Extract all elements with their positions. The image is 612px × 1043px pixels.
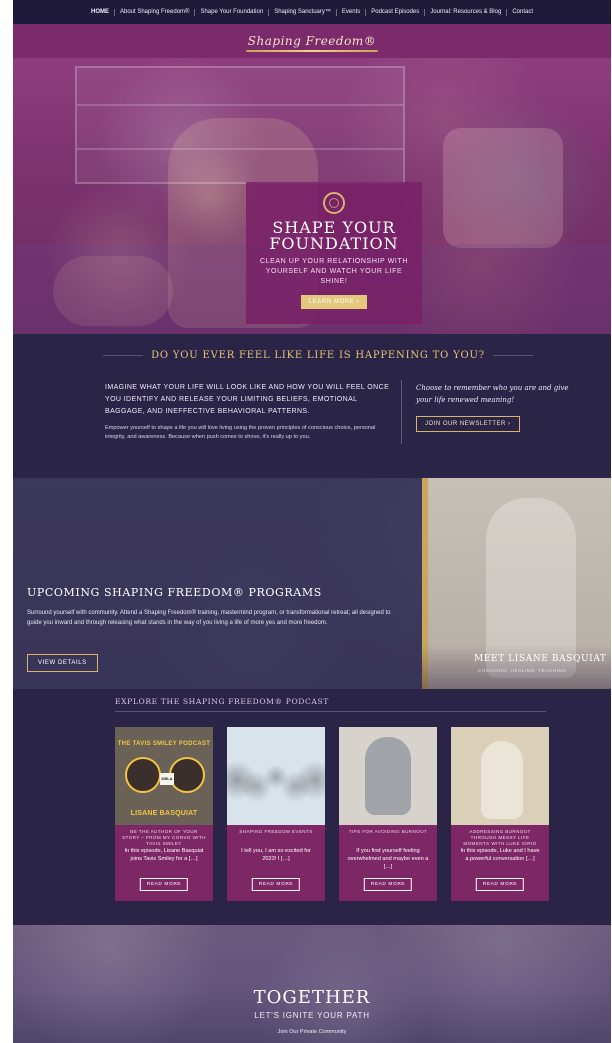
event-crowd-image xyxy=(227,761,325,825)
podcast-thumb-2 xyxy=(227,727,325,825)
together-section: TOGETHER Let's Ignite Your Path Join Our… xyxy=(13,925,611,1043)
podcast-thumb-title: THE TAVIS SMILEY PODCAST xyxy=(117,741,211,747)
podcast-cards: THE TAVIS SMILEY PODCAST KBLA LISANE BAS… xyxy=(115,727,557,901)
top-navigation: HOME About Shaping Freedom® Shape Your F… xyxy=(13,0,611,24)
kbla-logo: KBLA xyxy=(160,773,174,785)
hero-card: Shape Your Foundation Clean up your rela… xyxy=(246,182,422,324)
podcast-card-category: Addressing burnout through messy life mo… xyxy=(463,829,537,846)
nav-journal[interactable]: Journal: Resources & Blog xyxy=(425,8,508,16)
podcast-card-4[interactable]: Addressing burnout through messy life mo… xyxy=(451,727,549,901)
read-more-button[interactable]: READ MORE xyxy=(251,878,301,891)
nav-events[interactable]: Events xyxy=(337,8,367,16)
hero-section: Shape Your Foundation Clean up your rela… xyxy=(13,58,611,334)
meet-overlay xyxy=(422,645,611,689)
intro-caps-text: Imagine what your life will look like an… xyxy=(105,384,390,415)
programs-section: Upcoming Shaping Freedom® Programs Surro… xyxy=(13,478,611,689)
podcast-card-1[interactable]: THE TAVIS SMILEY PODCAST KBLA LISANE BAS… xyxy=(115,727,213,901)
podcast-card-2[interactable]: Shaping Freedom Events I tell you, I am … xyxy=(227,727,325,901)
podcast-card-text: I tell you, I am so excited for 2023! I … xyxy=(241,848,311,862)
together-background xyxy=(13,925,611,1043)
meet-lisane-subtitle: Coaching, Healing, Teaching xyxy=(478,668,567,673)
meet-lisane-panel[interactable]: Meet Lisane Basquiat Coaching, Healing, … xyxy=(422,478,611,689)
podcast-card-3[interactable]: Tips for avoiding burnout If you find yo… xyxy=(339,727,437,901)
gold-ring-icon xyxy=(323,192,345,214)
hero-chair xyxy=(443,128,563,248)
site-logo[interactable]: Shaping Freedom® xyxy=(245,34,379,52)
nav-foundation[interactable]: Shape Your Foundation xyxy=(195,8,270,16)
intro-section: Do you ever feel like life is happening … xyxy=(13,334,611,478)
intro-divider xyxy=(401,380,402,444)
podcast-thumb-4 xyxy=(451,727,549,825)
podcast-thumb-1: THE TAVIS SMILEY PODCAST KBLA LISANE BAS… xyxy=(115,727,213,825)
intro-headline: Do you ever feel like life is happening … xyxy=(151,349,485,361)
headline-rule-left xyxy=(103,354,144,356)
podcast-section: Explore the Shaping Freedom® Podcast THE… xyxy=(13,689,611,925)
join-newsletter-button[interactable]: JOIN OUR NEWSLETTER › xyxy=(416,416,520,432)
avatar xyxy=(125,757,161,793)
together-title: TOGETHER xyxy=(253,987,371,1008)
intro-left-copy: Imagine what your life will look like an… xyxy=(105,382,393,442)
nav-home[interactable]: HOME xyxy=(86,8,115,16)
intro-headline-wrap: Do you ever feel like life is happening … xyxy=(103,348,533,362)
logo-bar: Shaping Freedom® xyxy=(13,24,611,58)
programs-panel: Upcoming Shaping Freedom® Programs Surro… xyxy=(13,478,422,689)
headline-rule-right xyxy=(492,354,533,356)
view-details-button[interactable]: VIEW DETAILS xyxy=(27,654,98,672)
podcast-card-category: Be the author of your story – from my Co… xyxy=(122,829,206,846)
podcast-heading: Explore the Shaping Freedom® Podcast xyxy=(115,697,329,706)
podcast-thumb-3 xyxy=(339,727,437,825)
together-small-text: Join Our Private Community xyxy=(277,1029,347,1035)
intro-right-copy: Choose to remember who you are and give … xyxy=(416,382,576,432)
burnout-image xyxy=(365,737,411,815)
together-subtitle: Let's Ignite Your Path xyxy=(254,1011,370,1020)
intro-small-text: Empower yourself to shape a life you wil… xyxy=(105,425,376,440)
page-frame: HOME About Shaping Freedom® Shape Your F… xyxy=(13,0,611,1043)
podcast-thumb-name: LISANE BASQUIAT xyxy=(130,810,198,817)
meet-lisane-title[interactable]: Meet Lisane Basquiat xyxy=(474,654,607,664)
luke-iorio-image xyxy=(481,741,523,819)
hero-title: Shape Your Foundation xyxy=(269,218,399,253)
podcast-card-category: Tips for avoiding burnout xyxy=(348,829,428,834)
nav-about[interactable]: About Shaping Freedom® xyxy=(115,8,196,16)
nav-contact[interactable]: Contact xyxy=(507,9,538,16)
learn-more-button[interactable]: LEARN MORE › xyxy=(300,295,368,309)
programs-text: Surround yourself with community. Attend… xyxy=(27,610,391,626)
podcast-heading-rule xyxy=(115,711,546,712)
nav-sanctuary[interactable]: Shaping Sanctuary™ xyxy=(269,8,337,16)
intro-quote: Choose to remember who you are and give … xyxy=(416,384,569,404)
read-more-button[interactable]: READ MORE xyxy=(363,878,413,891)
podcast-card-category: Shaping Freedom Events xyxy=(239,829,313,834)
read-more-button[interactable]: READ MORE xyxy=(475,878,525,891)
nav-podcast[interactable]: Podcast Episodes xyxy=(366,8,426,16)
hero-subtitle: Clean up your relationship with yourself… xyxy=(260,258,408,285)
avatar xyxy=(169,757,205,793)
read-more-button[interactable]: READ MORE xyxy=(139,878,189,891)
programs-title: Upcoming Shaping Freedom® Programs xyxy=(27,586,322,599)
podcast-card-text: If you find yourself feeling overwhelmed… xyxy=(347,848,429,870)
